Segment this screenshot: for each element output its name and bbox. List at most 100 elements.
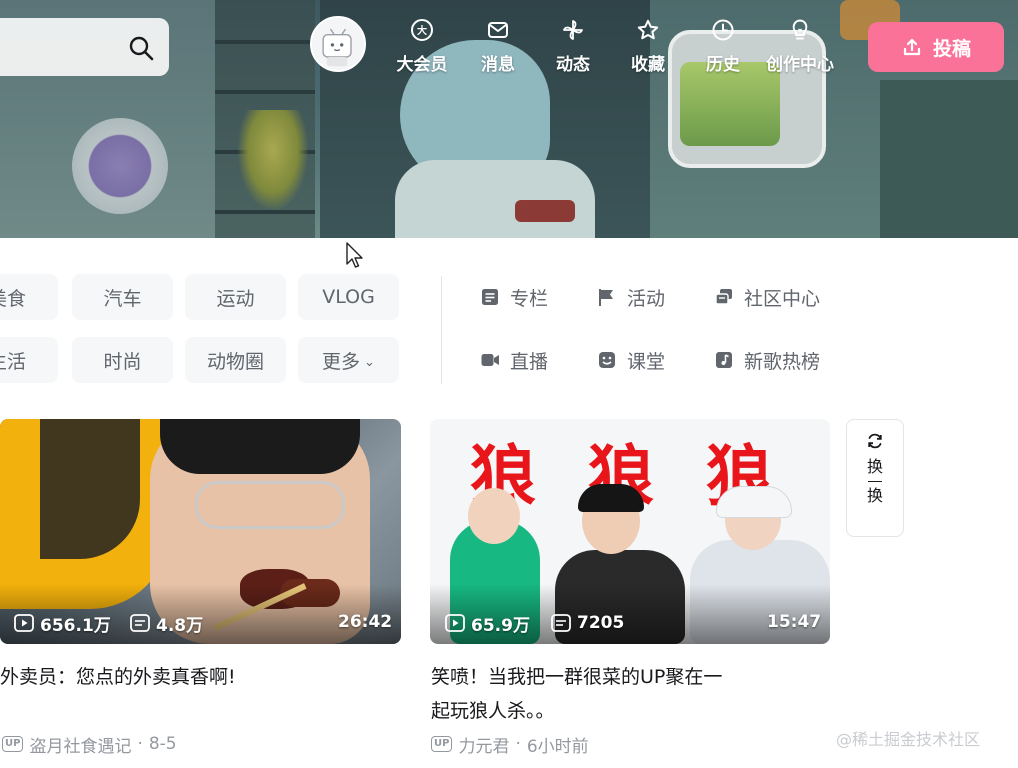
search-bar [0, 18, 169, 78]
thumb-hair [160, 419, 360, 474]
channel-label: 汽车 [103, 287, 142, 310]
link-label: 社区中心 [744, 287, 821, 310]
banner-plant [238, 110, 308, 210]
link-live[interactable]: 直播 [480, 345, 548, 375]
video-date: 8-5 [148, 734, 177, 754]
link-classroom[interactable]: 课堂 [597, 345, 665, 375]
danmaku-icon [551, 614, 571, 632]
comment-count-text: 7205 [577, 613, 625, 633]
link-label: 课堂 [627, 350, 666, 373]
upload-label: 投稿 [932, 37, 971, 60]
video-title-line: 笑喷！当我把一群很菜的UP聚在一 [431, 666, 723, 688]
flag-icon [599, 289, 613, 306]
up-badge-icon: UP [431, 736, 453, 752]
clock-icon [712, 19, 734, 41]
banner-character-body [395, 160, 595, 238]
vip-icon: 大 [411, 19, 433, 41]
refresh-divider [868, 481, 882, 482]
play-count-icon [445, 614, 465, 632]
channel-label: 生活 [0, 350, 27, 373]
channel-label: 美食 [0, 287, 27, 310]
refresh-label: 换 [866, 486, 883, 505]
channel-more-button[interactable]: 更多 ⌄ [298, 337, 399, 383]
channel-divider [441, 276, 442, 384]
video-author[interactable]: 盗月社食遇记 [29, 732, 131, 757]
nav-dynamic[interactable]: 动态 [540, 18, 606, 78]
channel-label: 更多 [322, 350, 361, 373]
banner-game-console [515, 200, 575, 222]
nav-history[interactable]: 历史 [690, 18, 756, 78]
windmill-icon [563, 20, 583, 40]
video-author[interactable]: 力元君 [458, 732, 509, 757]
tv-mascot-icon [322, 28, 352, 67]
comment-count-text: 4.8万 [156, 615, 204, 636]
nav-message[interactable]: 消息 [465, 18, 531, 78]
link-label: 直播 [510, 350, 549, 373]
meta-separator: · [137, 734, 143, 754]
svg-text:大: 大 [417, 24, 427, 37]
view-count-text: 656.1万 [40, 615, 111, 636]
search-input[interactable] [0, 18, 122, 78]
nav-label: 历史 [706, 55, 740, 75]
video-title[interactable]: 笑喷！当我把一群很菜的UP聚在一 起玩狼人杀。。 [431, 660, 801, 728]
view-count: 65.9万 [445, 612, 530, 636]
thumb-person-hat [716, 486, 792, 518]
meta-separator: · [515, 734, 521, 754]
view-count: 656.1万 [14, 612, 111, 636]
play-count-icon [14, 614, 34, 632]
nav-creator-center[interactable]: 创作中心 [757, 18, 843, 78]
comment-count: 4.8万 [130, 612, 204, 636]
video-title[interactable]: 外卖员：您点的外卖真香啊! [0, 660, 370, 694]
star-icon [637, 19, 659, 40]
channel-vlog[interactable]: VLOG [298, 274, 399, 320]
thumb-person-head [468, 488, 520, 544]
avatar[interactable] [310, 16, 366, 72]
link-activity[interactable]: 活动 [597, 282, 665, 312]
channel-label: 动物圈 [206, 350, 264, 373]
upload-button[interactable]: 投稿 [868, 22, 1004, 72]
classroom-icon [599, 352, 615, 368]
thumb-person-hair [578, 484, 644, 512]
channel-sports[interactable]: 运动 [185, 274, 286, 320]
article-icon [482, 289, 498, 305]
link-new-songs[interactable]: 新歌热榜 [714, 345, 820, 375]
link-label: 活动 [627, 287, 666, 310]
danmaku-icon [130, 614, 150, 632]
mouse-cursor-icon [346, 242, 363, 268]
channel-fashion[interactable]: 时尚 [72, 337, 173, 383]
nav-favorites[interactable]: 收藏 [615, 18, 681, 78]
channel-animals[interactable]: 动物圈 [185, 337, 286, 383]
video-meta: UP 力元君 · 6小时前 [431, 732, 589, 757]
refresh-button[interactable]: 换 换 [846, 419, 904, 537]
chevron-down-icon: ⌄ [364, 354, 375, 370]
music-icon [716, 352, 732, 368]
live-icon [481, 354, 499, 366]
nav-label: 消息 [481, 55, 515, 75]
up-badge-icon: UP [2, 736, 24, 752]
bulb-icon [792, 19, 808, 40]
video-title-line: 起玩狼人杀。。 [431, 700, 555, 722]
banner-cabinet [880, 80, 1018, 238]
banner-fan [72, 118, 168, 214]
nav-label: 收藏 [631, 55, 665, 75]
video-duration: 26:42 [338, 612, 393, 632]
video-date: 6小时前 [526, 736, 589, 757]
refresh-label: 换 [866, 457, 883, 476]
link-label: 专栏 [510, 287, 549, 310]
thumb-glasses [195, 481, 345, 529]
nav-label: 创作中心 [766, 55, 834, 75]
search-icon[interactable] [127, 34, 155, 62]
channel-auto[interactable]: 汽车 [72, 274, 173, 320]
refresh-icon [868, 433, 882, 449]
channel-life[interactable]: 生活 [0, 337, 58, 383]
nav-label: 动态 [556, 55, 590, 75]
thumb-helmet-inner [40, 419, 140, 559]
link-community[interactable]: 社区中心 [714, 282, 820, 312]
nav-vip[interactable]: 大 大会员 [389, 18, 455, 78]
link-column[interactable]: 专栏 [480, 282, 548, 312]
channel-label: 运动 [216, 287, 255, 310]
channel-food[interactable]: 美食 [0, 274, 58, 320]
nav-label: 大会员 [396, 55, 448, 75]
channel-label: VLOG [322, 286, 375, 308]
video-duration: 15:47 [767, 612, 822, 632]
